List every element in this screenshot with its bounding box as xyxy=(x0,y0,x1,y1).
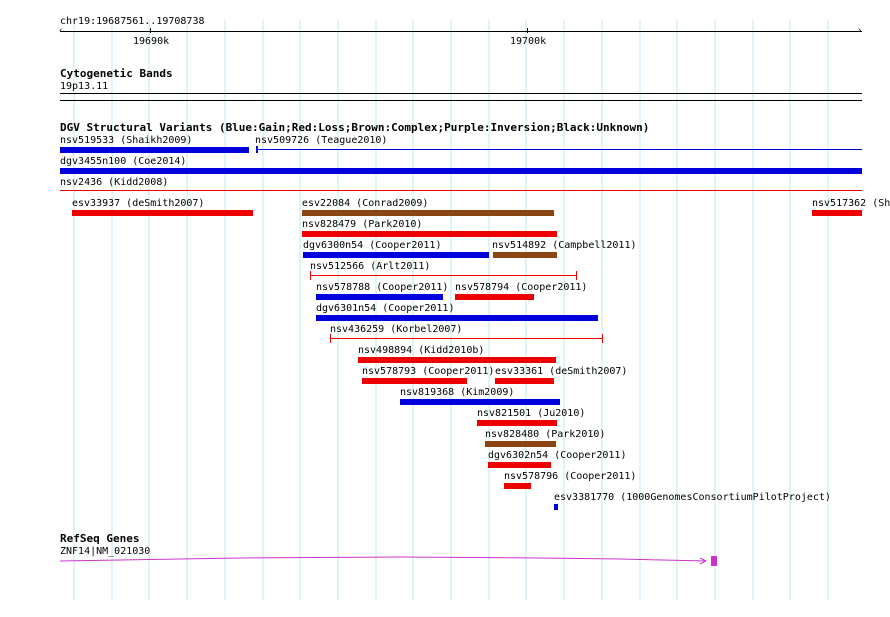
feature-label[interactable]: nsv519533 (Shaikh2009) xyxy=(60,135,192,146)
ruler-tick xyxy=(150,28,151,33)
dgv-track-title[interactable]: DGV Structural Variants (Blue:Gain;Red:L… xyxy=(60,122,649,134)
cytoband-border-top xyxy=(60,93,862,94)
feature-bar-gain[interactable] xyxy=(60,147,249,153)
feature-bar-complex[interactable] xyxy=(485,441,556,447)
feature-bar-loss[interactable] xyxy=(504,483,531,489)
feature-bar-complex[interactable] xyxy=(493,252,557,258)
feature-label[interactable]: dgv6300n54 (Cooper2011) xyxy=(303,240,441,251)
feature-bar-gain[interactable] xyxy=(303,252,489,258)
cytoband-track-title[interactable]: Cytogenetic Bands xyxy=(60,68,173,80)
feature-bar-gain[interactable] xyxy=(316,294,443,300)
feature-line-gain[interactable] xyxy=(256,149,862,150)
feature-label[interactable]: nsv819368 (Kim2009) xyxy=(400,387,514,398)
feature-bar-gain[interactable] xyxy=(554,504,558,510)
feature-bar-loss[interactable] xyxy=(477,420,557,426)
feature-line-loss[interactable] xyxy=(60,190,862,191)
feature-endcap xyxy=(330,334,331,343)
feature-label[interactable]: nsv498894 (Kidd2010b) xyxy=(358,345,484,356)
ruler-tick-label: 19700k xyxy=(510,36,547,47)
feature-label[interactable]: nsv578793 (Cooper2011) xyxy=(362,366,494,377)
feature-bar-gain[interactable] xyxy=(60,168,862,174)
feature-line-loss[interactable] xyxy=(330,338,603,339)
feature-label[interactable]: esv22084 (Conrad2009) xyxy=(302,198,428,209)
cytoband-label: 19p13.11 xyxy=(60,81,109,92)
feature-endcap xyxy=(576,271,577,280)
feature-label[interactable]: dgv6302n54 (Cooper2011) xyxy=(488,450,626,461)
feature-label[interactable]: dgv6301n54 (Cooper2011) xyxy=(316,303,454,314)
feature-bar-complex[interactable] xyxy=(302,210,554,216)
feature-bar-loss[interactable] xyxy=(488,462,551,468)
feature-bar-loss[interactable] xyxy=(358,357,556,363)
refseq-track-title[interactable]: RefSeq Genes xyxy=(60,533,139,545)
feature-label[interactable]: nsv2436 (Kidd2008) xyxy=(60,177,168,188)
feature-line-loss[interactable] xyxy=(310,275,577,276)
ruler-tick-label: 19690k xyxy=(133,36,170,47)
feature-label[interactable]: esv3381770 (1000GenomesConsortiumPilotPr… xyxy=(554,492,831,503)
feature-bar-gain[interactable] xyxy=(400,399,560,405)
feature-bar-loss[interactable] xyxy=(72,210,253,216)
feature-label[interactable]: nsv578788 (Cooper2011) xyxy=(316,282,448,293)
feature-label[interactable]: nsv436259 (Korbel2007) xyxy=(330,324,462,335)
gene-model[interactable] xyxy=(0,550,890,570)
feature-label[interactable]: esv33937 (deSmith2007) xyxy=(72,198,204,209)
ruler-right-arrow-icon: › xyxy=(857,26,863,36)
feature-label[interactable]: dgv3455n100 (Coe2014) xyxy=(60,156,186,167)
ruler-range-label: chr19:19687561..19708738 xyxy=(60,16,205,27)
feature-bar-loss[interactable] xyxy=(812,210,862,216)
feature-label[interactable]: nsv578794 (Cooper2011) xyxy=(455,282,587,293)
feature-label[interactable]: nsv517362 (Sh xyxy=(812,198,890,209)
ruler-tick xyxy=(527,28,528,33)
feature-label[interactable]: nsv514892 (Campbell2011) xyxy=(492,240,637,251)
ruler-left-arrow-icon: ‹ xyxy=(58,26,64,36)
cytoband-border-bottom xyxy=(60,100,862,101)
feature-label[interactable]: nsv828479 (Park2010) xyxy=(302,219,422,230)
ruler-axis xyxy=(60,31,862,32)
feature-bar-gain[interactable] xyxy=(316,315,598,321)
feature-endcap xyxy=(602,334,603,343)
feature-bar-loss[interactable] xyxy=(362,378,467,384)
feature-label[interactable]: nsv821501 (Ju2010) xyxy=(477,408,585,419)
feature-label[interactable]: nsv828480 (Park2010) xyxy=(485,429,605,440)
feature-label[interactable]: esv33361 (deSmith2007) xyxy=(495,366,627,377)
feature-bar-loss[interactable] xyxy=(495,378,554,384)
feature-endcap xyxy=(310,271,311,280)
feature-bar-loss[interactable] xyxy=(455,294,534,300)
feature-label[interactable]: nsv578796 (Cooper2011) xyxy=(504,471,636,482)
feature-label[interactable]: nsv512566 (Arlt2011) xyxy=(310,261,430,272)
feature-bar-loss[interactable] xyxy=(302,231,557,237)
feature-label[interactable]: nsv509726 (Teague2010) xyxy=(255,135,387,146)
